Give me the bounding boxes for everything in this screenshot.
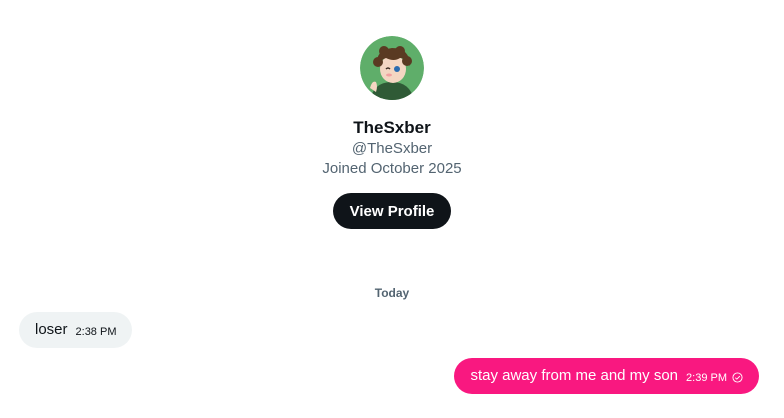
joined-date: Joined October 2025 bbox=[322, 160, 462, 177]
sent-check-icon bbox=[732, 372, 743, 383]
dm-conversation: TheSxber @TheSxber Joined October 2025 V… bbox=[0, 0, 784, 418]
message-bubble-outgoing[interactable]: stay away from me and my son 2:39 PM bbox=[454, 358, 759, 394]
view-profile-button[interactable]: View Profile bbox=[332, 193, 452, 229]
message-text: loser bbox=[35, 321, 68, 338]
message-timestamp: 2:39 PM bbox=[686, 371, 727, 384]
profile-header: TheSxber @TheSxber Joined October 2025 V… bbox=[0, 36, 784, 229]
display-name: TheSxber bbox=[353, 118, 431, 137]
day-divider: Today bbox=[374, 286, 410, 300]
avatar[interactable] bbox=[360, 36, 424, 100]
user-handle: @TheSxber bbox=[351, 140, 433, 157]
message-bubble-incoming[interactable]: loser 2:38 PM bbox=[19, 312, 133, 348]
message-timestamp: 2:38 PM bbox=[75, 325, 117, 338]
message-text: stay away from me and my son bbox=[470, 367, 679, 384]
